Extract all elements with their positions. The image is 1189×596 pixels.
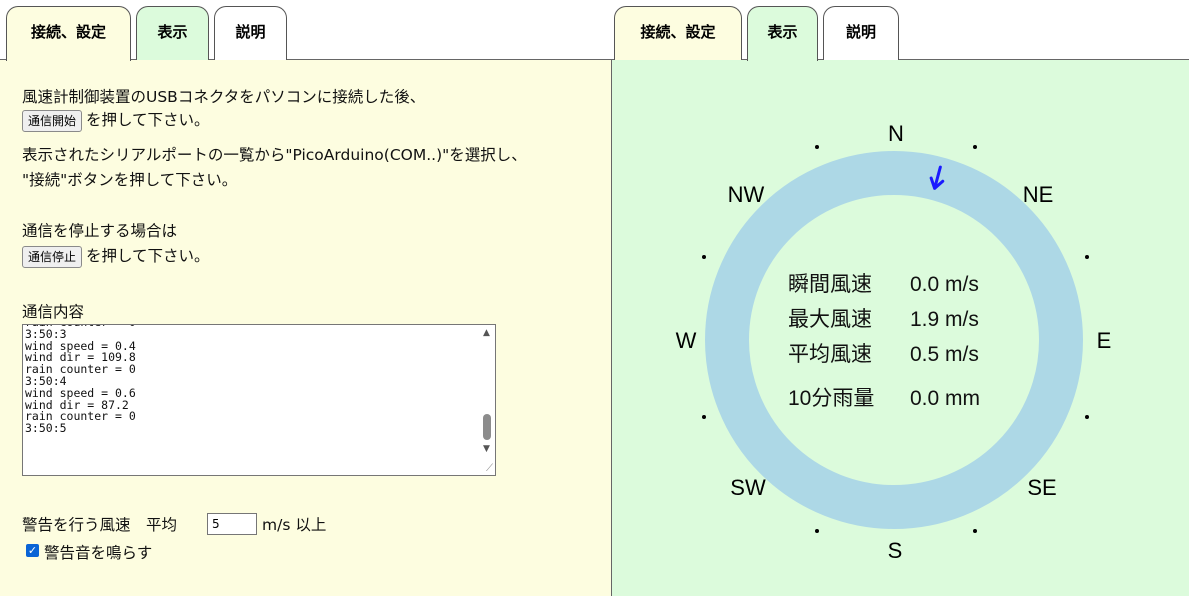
tick-sse (973, 529, 977, 533)
tab-settings[interactable]: 接続、設定 (6, 6, 131, 61)
dir-n: N (888, 121, 904, 146)
tick-ene (1085, 255, 1089, 259)
tab-display-active[interactable]: 表示 (747, 6, 818, 61)
tab-help-display[interactable]: 説明 (823, 6, 899, 60)
dir-e: E (1097, 328, 1112, 353)
display-content: N NE E SE S SW W NW 瞬間風速 0.0 m/s 最大風速 1.… (612, 60, 1189, 596)
dir-se: SE (1027, 475, 1056, 500)
dir-s: S (888, 538, 903, 563)
stop-intro: 通信を停止する場合は (22, 222, 178, 240)
stat-value-max: 1.9 m/s (910, 308, 979, 331)
dir-w: W (676, 328, 697, 353)
tab-bar-display: 接続、設定 表示 説明 (612, 0, 1189, 61)
scroll-down-icon[interactable]: ▼ (483, 444, 490, 454)
resize-grip-icon[interactable]: ⟋ (486, 463, 493, 474)
sound-checkbox[interactable]: ✓ (26, 544, 39, 557)
tab-bar: 接続、設定 表示 説明 (0, 0, 612, 61)
stat-value-rain: 0.0 mm (910, 387, 980, 410)
sound-label: 警告音を鳴らす (44, 544, 153, 562)
dir-ne: NE (1023, 182, 1054, 207)
tab-settings-display[interactable]: 接続、設定 (614, 6, 742, 60)
display-panel: 接続、設定 表示 説明 N NE E SE S SW W NW 瞬間風速 0.0… (612, 0, 1189, 596)
log-text: rain counter = 0 3:50:3 wind speed = 0.4… (25, 325, 136, 436)
instruction-line-4: "接続"ボタンを押して下さい。 (22, 171, 238, 189)
tick-ese (1085, 415, 1089, 419)
compass-ring (705, 151, 1083, 529)
instruction-line-3: 表示されたシリアルポートの一覧から"PicoArduino(COM..)"を選択… (22, 146, 527, 164)
dir-nw: NW (728, 182, 765, 207)
tick-nne (973, 145, 977, 149)
stop-communication-button[interactable]: 通信停止 (22, 245, 83, 268)
tick-nnw (815, 145, 819, 149)
stat-value-instant: 0.0 m/s (910, 273, 979, 296)
warning-unit: m/s 以上 (262, 516, 327, 534)
log-label: 通信内容 (22, 303, 85, 321)
scroll-thumb[interactable] (483, 414, 491, 440)
warning-label: 警告を行う風速 平均 (22, 516, 178, 534)
instruction-line-2-text: を押して下さい。 (86, 111, 210, 129)
stat-label-average: 平均風速 (788, 343, 872, 366)
tick-ssw (815, 529, 819, 533)
instruction-line-1: 風速計制御装置のUSBコネクタをパソコンに接続した後、 (22, 88, 426, 106)
tick-wsw (702, 415, 706, 419)
stop-line: 通信停止 を押して下さい。 (22, 244, 210, 268)
settings-panel: 接続、設定 表示 説明 風速計制御装置のUSBコネクタをパソコンに接続した後、 … (0, 0, 612, 596)
tab-help[interactable]: 説明 (214, 6, 287, 60)
wind-compass: N NE E SE S SW W NW 瞬間風速 0.0 m/s 最大風速 1.… (676, 121, 1112, 563)
scroll-up-icon[interactable]: ▲ (483, 328, 490, 338)
log-scrollbar[interactable]: ▲ ▼ (480, 326, 494, 474)
communication-log[interactable]: rain counter = 0 3:50:3 wind speed = 0.4… (22, 324, 496, 476)
stop-line-text: を押して下さい。 (86, 247, 210, 265)
stat-label-rain: 10分雨量 (788, 387, 874, 410)
instruction-line-2: 通信開始 を押して下さい。 (22, 108, 210, 132)
tick-wnw (702, 255, 706, 259)
dir-sw: SW (730, 475, 766, 500)
warning-speed-input[interactable] (207, 513, 257, 535)
start-communication-button[interactable]: 通信開始 (22, 109, 83, 132)
stat-value-average: 0.5 m/s (910, 343, 979, 366)
tab-display[interactable]: 表示 (136, 6, 209, 60)
stat-label-instant: 瞬間風速 (788, 273, 872, 296)
stat-label-max: 最大風速 (788, 308, 872, 331)
